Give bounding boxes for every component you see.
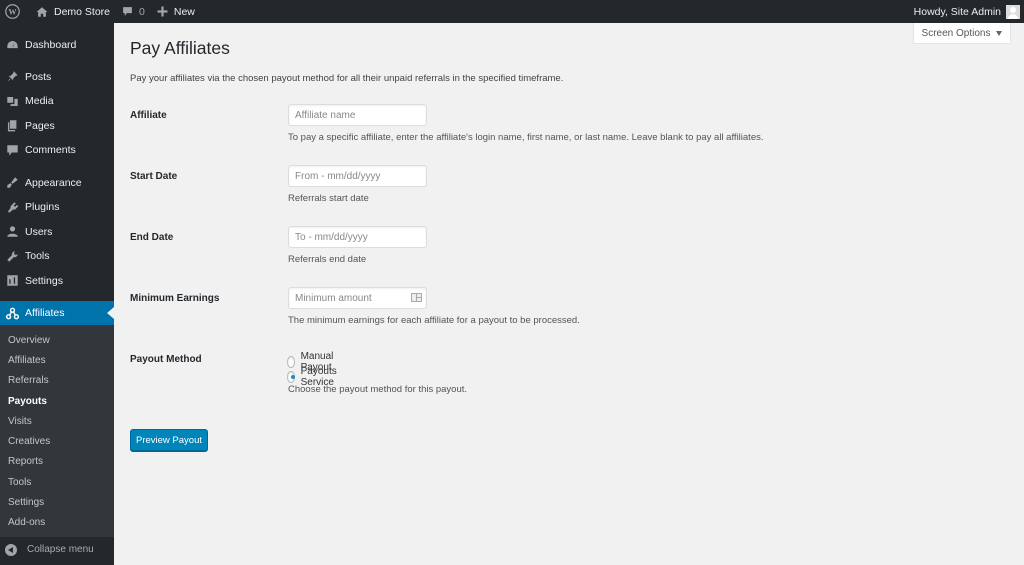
svg-text:W: W xyxy=(8,8,17,17)
submenu-item-referrals[interactable]: Referrals xyxy=(0,371,114,391)
brush-icon xyxy=(5,176,19,190)
wordpress-icon: W xyxy=(5,4,20,19)
user-icon xyxy=(5,225,19,239)
comments-link[interactable]: 0 xyxy=(116,0,151,23)
pin-icon xyxy=(5,70,19,84)
payouts-service-radio[interactable] xyxy=(287,371,295,383)
submenu-item-reports[interactable]: Reports xyxy=(0,452,114,472)
screen-options-label: Screen Options xyxy=(921,27,991,39)
sidebar-item-label: Pages xyxy=(25,119,55,132)
preview-payout-button[interactable]: Preview Payout xyxy=(130,429,208,451)
wrench-icon xyxy=(5,249,19,263)
affiliate-label: Affiliate xyxy=(130,110,167,121)
submenu-item-visits[interactable]: Visits xyxy=(0,411,114,431)
minimum-earnings-input[interactable] xyxy=(288,287,427,309)
sidebar-item-label: Appearance xyxy=(25,176,82,189)
sidebar-item-label: Media xyxy=(25,95,54,108)
start-date-label: Start Date xyxy=(130,171,178,182)
minimum-earnings-help: The minimum earnings for each affiliate … xyxy=(288,315,580,326)
sidebar-item-tools[interactable]: Tools xyxy=(0,244,114,269)
settings-icon xyxy=(5,274,19,288)
account-menu[interactable]: Howdy, Site Admin xyxy=(908,0,1024,23)
triangle-down-icon xyxy=(996,30,1003,36)
submenu-item-add-ons[interactable]: Add-ons xyxy=(0,513,114,533)
sidebar-item-label: Dashboard xyxy=(25,39,77,52)
sidebar-item-label: Comments xyxy=(25,144,76,157)
submenu-item-payouts[interactable]: Payouts xyxy=(0,391,114,411)
sidebar-item-users[interactable]: Users xyxy=(0,220,114,245)
sidebar-item-appearance[interactable]: Appearance xyxy=(0,171,114,196)
payout-method-help: Choose the payout method for this payout… xyxy=(288,384,468,395)
avatar xyxy=(1006,4,1020,19)
sidebar-item-label: Users xyxy=(25,225,53,238)
home-icon xyxy=(36,6,48,17)
sidebar-item-dashboard[interactable]: Dashboard xyxy=(0,33,114,58)
plus-icon xyxy=(157,6,168,17)
new-label: New xyxy=(173,5,195,18)
sidebar-item-plugins[interactable]: Plugins xyxy=(0,195,114,220)
page-title: Pay Affiliates xyxy=(130,38,230,58)
sidebar-item-pages[interactable]: Pages xyxy=(0,114,114,139)
site-name: Demo Store xyxy=(54,5,111,18)
collapse-menu-button[interactable]: Collapse menu xyxy=(0,537,114,563)
sidebar-item-label: Tools xyxy=(25,250,50,263)
site-name-link[interactable]: Demo Store xyxy=(26,0,116,23)
collapse-arrow-icon xyxy=(5,543,17,556)
wordpress-logo-button[interactable]: W xyxy=(0,0,26,23)
dashboard-icon xyxy=(5,38,19,52)
comment-icon xyxy=(5,143,19,157)
new-content-link[interactable]: New xyxy=(151,0,201,23)
sidebar-item-label: Affiliates xyxy=(25,307,65,319)
collapse-menu-label: Collapse menu xyxy=(27,544,94,556)
number-field-icon xyxy=(411,293,422,302)
pages-icon xyxy=(5,119,19,133)
plug-icon xyxy=(5,200,19,214)
submenu-item-overview[interactable]: Overview xyxy=(0,330,114,350)
affiliate-help: To pay a specific affiliate, enter the a… xyxy=(288,132,764,143)
sidebar-item-label: Settings xyxy=(25,274,63,287)
start-date-help: Referrals start date xyxy=(288,193,369,204)
affiliates-submenu: Overview Affiliates Referrals Payouts Vi… xyxy=(0,325,114,537)
minimum-earnings-field xyxy=(288,287,427,309)
comments-count: 0 xyxy=(139,5,145,18)
comment-icon xyxy=(123,7,132,16)
sidebar-item-label: Plugins xyxy=(25,201,60,214)
submenu-item-tools[interactable]: Tools xyxy=(0,472,114,492)
sidebar-item-posts[interactable]: Posts xyxy=(0,65,114,90)
start-date-input[interactable] xyxy=(288,165,427,187)
media-icon xyxy=(5,94,19,108)
admin-bar: W Demo Store 0 New Howdy, Site Admin xyxy=(0,0,1024,23)
submenu-item-creatives[interactable]: Creatives xyxy=(0,431,114,451)
end-date-input[interactable] xyxy=(288,226,427,248)
submenu-item-affiliates[interactable]: Affiliates xyxy=(0,350,114,370)
sidebar-item-media[interactable]: Media xyxy=(0,89,114,114)
payout-method-label: Payout Method xyxy=(130,354,202,365)
minimum-earnings-label: Minimum Earnings xyxy=(130,293,220,304)
admin-sidebar: Dashboard Posts Media Pages Comments App… xyxy=(0,23,114,565)
sidebar-item-settings[interactable]: Settings xyxy=(0,269,114,294)
affiliate-input[interactable] xyxy=(288,104,427,126)
affiliates-icon xyxy=(5,306,19,320)
submenu-item-settings[interactable]: Settings xyxy=(0,492,114,512)
sidebar-item-affiliates[interactable]: Affiliates xyxy=(0,301,114,325)
end-date-label: End Date xyxy=(130,232,174,243)
greeting: Howdy, Site Admin xyxy=(913,5,1001,18)
end-date-help: Referrals end date xyxy=(288,254,367,265)
screen-options-button[interactable]: Screen Options xyxy=(913,23,1011,44)
sidebar-item-comments[interactable]: Comments xyxy=(0,138,114,163)
page-description: Pay your affiliates via the chosen payou… xyxy=(130,73,564,84)
sidebar-item-label: Posts xyxy=(25,70,52,83)
